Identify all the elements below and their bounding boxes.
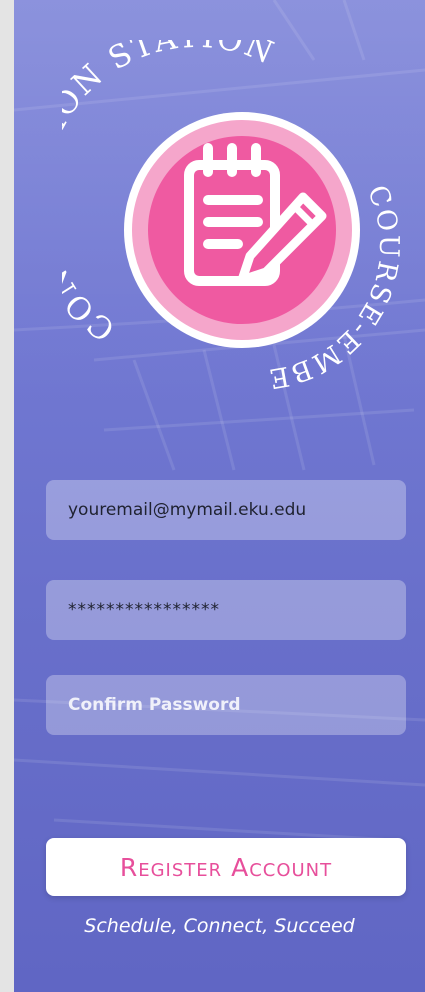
app-screen: CONSULTATION STATION COURSE-EMBEDDED Reg… [14, 0, 425, 992]
register-account-button[interactable]: Register Account [46, 838, 406, 896]
tagline: Schedule, Connect, Succeed [84, 915, 355, 937]
email-field[interactable] [46, 480, 406, 540]
consultation-station-logo: CONSULTATION STATION COURSE-EMBEDDED [62, 40, 402, 394]
confirm-password-field[interactable] [46, 675, 406, 735]
password-field[interactable] [46, 580, 406, 640]
